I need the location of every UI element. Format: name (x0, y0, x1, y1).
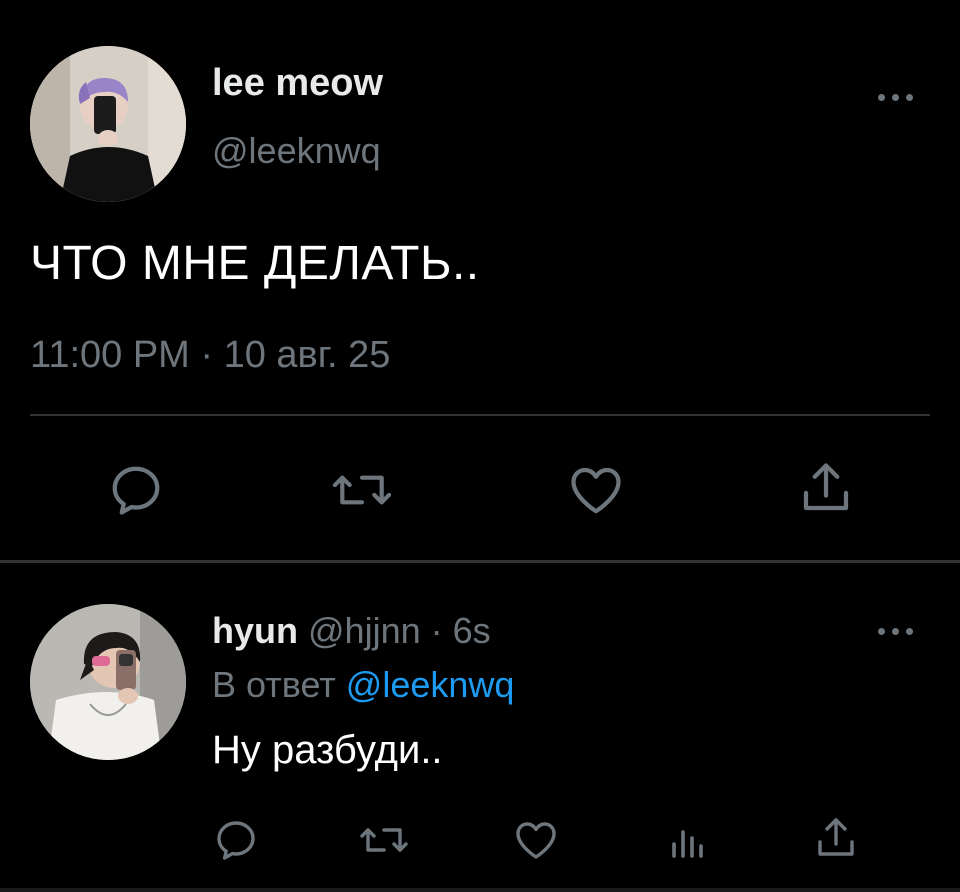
reply-handle[interactable]: @hjjnn (308, 610, 421, 651)
reply-text: Ну разбуди.. (212, 728, 443, 772)
tweet-thread-screen: lee meow @leeknwq ЧТО МНЕ ДЕЛАТЬ.. 11:00… (0, 0, 960, 892)
reply-author-avatar[interactable] (30, 604, 186, 760)
retweet-button[interactable] (330, 460, 394, 520)
reply-header: hyun @hjjnn · 6s (212, 610, 491, 652)
analytics-icon (672, 830, 703, 858)
replying-to: В ответ @leeknwq (212, 664, 514, 706)
bottom-divider (0, 888, 960, 892)
more-options-icon[interactable] (874, 90, 918, 104)
share-icon (818, 818, 854, 856)
reply-time[interactable]: 6s (453, 610, 491, 651)
retweet-icon (360, 828, 408, 852)
reply-button[interactable] (212, 816, 260, 864)
tweet-timestamp[interactable]: 11:00 PM · 10 авг. 25 (30, 334, 390, 377)
like-icon (571, 467, 621, 514)
reply-display-name[interactable]: hyun (212, 610, 298, 651)
share-button[interactable] (812, 814, 860, 862)
like-icon (516, 822, 556, 859)
tweet-text: ЧТО МНЕ ДЕЛАТЬ.. (30, 237, 480, 290)
replying-to-mention[interactable]: @leeknwq (346, 664, 515, 705)
like-button[interactable] (512, 816, 560, 864)
share-icon (803, 463, 849, 511)
analytics-button[interactable] (664, 816, 712, 864)
like-button[interactable] (566, 460, 626, 520)
share-button[interactable] (796, 458, 856, 518)
reply-icon (217, 821, 255, 860)
user-avatar-photo-icon (30, 46, 186, 202)
divider (30, 414, 930, 416)
user-avatar-photo-icon (30, 604, 186, 760)
main-tweet: lee meow @leeknwq ЧТО МНЕ ДЕЛАТЬ.. 11:00… (0, 0, 960, 562)
reply-icon (112, 466, 160, 515)
meta-separator: · (430, 610, 443, 651)
more-options-icon[interactable] (874, 624, 918, 638)
author-handle[interactable]: @leeknwq (212, 130, 381, 172)
reply-button[interactable] (106, 460, 166, 520)
replying-to-label: В ответ (212, 664, 336, 705)
author-display-name[interactable]: lee meow (212, 62, 383, 105)
thread-divider (0, 560, 960, 563)
retweet-icon (332, 475, 392, 505)
retweet-button[interactable] (358, 816, 410, 864)
author-avatar[interactable] (30, 46, 186, 202)
